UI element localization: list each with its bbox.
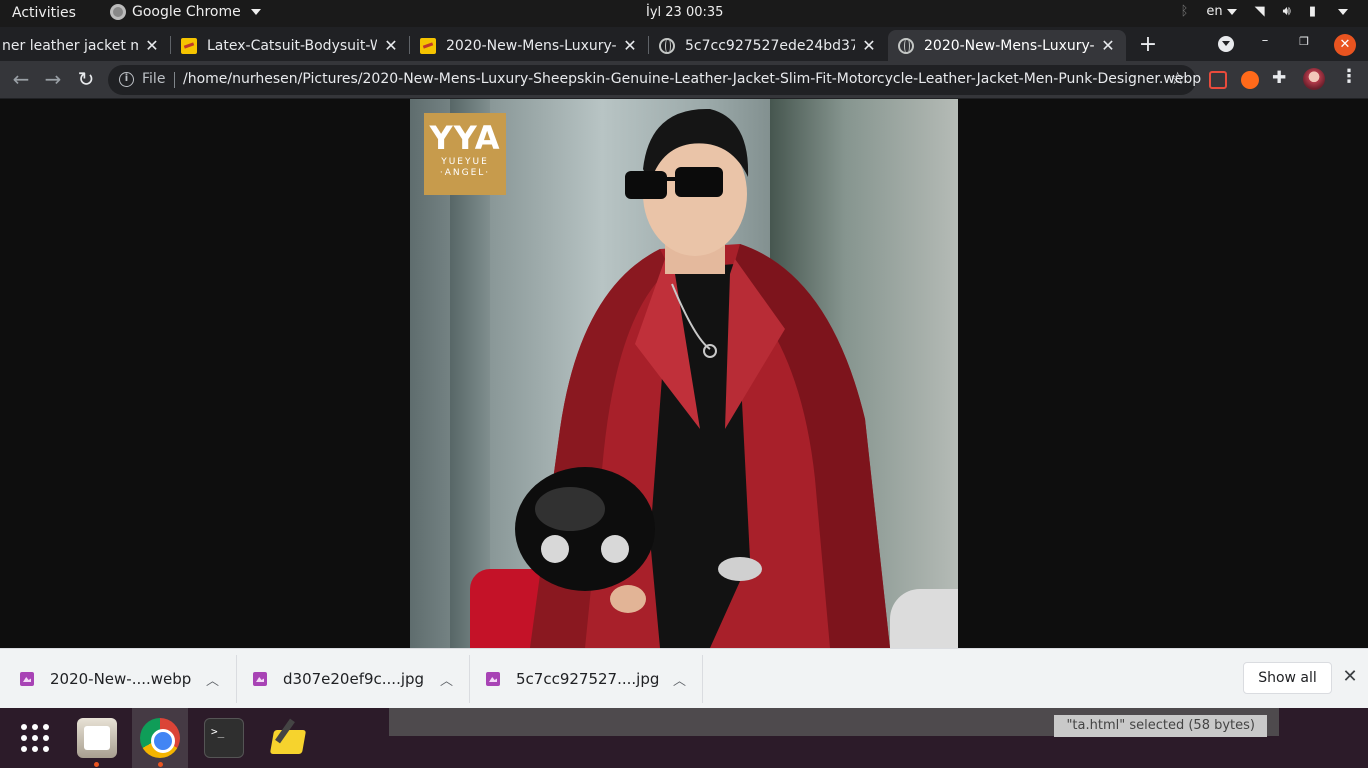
forward-button[interactable]: → xyxy=(41,68,65,92)
tab-0[interactable]: ner leather jacket m ✕ xyxy=(0,30,170,61)
close-icon[interactable]: ✕ xyxy=(1340,666,1360,687)
bluetooth-icon: ᛒ xyxy=(1180,4,1189,19)
chevron-up-icon[interactable]: ︿ xyxy=(206,670,219,689)
close-icon[interactable]: ✕ xyxy=(622,36,638,55)
tab-1[interactable]: Latex-Catsuit-Bodysuit-W ✕ xyxy=(171,30,409,61)
back-button[interactable]: ← xyxy=(9,68,33,92)
files-app-icon[interactable] xyxy=(77,718,117,758)
reload-button[interactable]: ↻ xyxy=(74,68,98,92)
scheme-label: File xyxy=(142,71,166,87)
wifi-icon: ◥ xyxy=(1254,4,1265,19)
menu-kebab-icon[interactable]: ⋮ xyxy=(1340,66,1358,87)
image-viewer: YYA YUEYUE ·ANGEL· xyxy=(0,99,1368,648)
close-icon[interactable]: ✕ xyxy=(861,36,877,55)
tab-3[interactable]: 5c7cc927527ede24bd3787 ✕ xyxy=(649,30,887,61)
download-divider xyxy=(469,655,470,703)
info-icon[interactable]: i xyxy=(119,72,134,87)
logo-subtext-1: YUEYUE xyxy=(441,157,489,167)
omnibox-divider xyxy=(174,72,175,88)
tab-title: 2020-New-Mens-Luxury-Sl xyxy=(924,37,1094,54)
download-divider xyxy=(236,655,237,703)
jacket-photo[interactable]: YYA YUEYUE ·ANGEL· xyxy=(410,99,958,648)
notepad-icon xyxy=(269,730,307,754)
window-close-button[interactable]: ✕ xyxy=(1334,34,1356,56)
download-divider xyxy=(702,655,703,703)
show-all-button[interactable]: Show all xyxy=(1243,662,1332,694)
yellow-logo-icon xyxy=(420,37,436,54)
close-icon[interactable]: ✕ xyxy=(144,36,160,55)
clock[interactable]: İyl 23 00:35 xyxy=(646,5,723,20)
running-indicator xyxy=(94,762,99,767)
app-menu[interactable]: Google Chrome xyxy=(110,4,261,20)
battery-icon: ▮ xyxy=(1308,4,1316,19)
terminal-app-icon[interactable]: >_ xyxy=(204,718,244,758)
running-indicator xyxy=(158,762,163,767)
screen-recorder-extension-icon[interactable] xyxy=(1209,71,1227,89)
close-icon[interactable]: ✕ xyxy=(1100,36,1116,55)
volume-icon: 🔊︎ xyxy=(1282,4,1291,19)
download-item[interactable]: 2020-New-....webp ︿ xyxy=(20,655,232,703)
system-menu-chevron-icon[interactable] xyxy=(1338,8,1348,15)
new-tab-button[interactable]: + xyxy=(1137,32,1159,57)
chrome-app-icon xyxy=(110,4,126,20)
image-file-icon xyxy=(486,672,500,686)
download-item[interactable]: d307e20ef9c....jpg ︿ xyxy=(253,655,465,703)
download-shelf: 2020-New-....webp ︿ d307e20ef9c....jpg ︿… xyxy=(0,648,1368,708)
chevron-up-icon[interactable]: ︿ xyxy=(673,670,686,689)
restore-button[interactable]: ❐ xyxy=(1293,35,1315,48)
tab-strip: ner leather jacket m ✕ Latex-Catsuit-Bod… xyxy=(0,27,1368,61)
browser-toolbar: ← → ↻ i File /home/nurhesen/Pictures/202… xyxy=(0,61,1368,99)
activities-button[interactable]: Activities xyxy=(12,5,76,21)
tab-4-active[interactable]: 2020-New-Mens-Luxury-Sl ✕ xyxy=(888,30,1126,61)
app-menu-label: Google Chrome xyxy=(132,4,241,20)
system-tray[interactable]: ᛒ en ◥ 🔊︎ ▮ xyxy=(1181,4,1348,19)
globe-icon xyxy=(898,37,914,54)
text-editor-app-icon[interactable] xyxy=(268,718,308,758)
logo-text: YYA xyxy=(429,119,501,157)
file-manager-status-overlay: "ta.html" selected (58 bytes) xyxy=(389,708,1279,737)
image-file-icon xyxy=(253,672,267,686)
show-applications-button[interactable] xyxy=(15,718,55,758)
tab-title: Latex-Catsuit-Bodysuit-W xyxy=(207,37,377,54)
extensions-puzzle-icon[interactable]: ✚ xyxy=(1272,68,1290,88)
close-icon[interactable]: ✕ xyxy=(383,36,399,55)
yya-brand-logo: YYA YUEYUE ·ANGEL· xyxy=(424,113,506,195)
system-top-bar: Activities Google Chrome İyl 23 00:35 ᛒ … xyxy=(0,0,1368,27)
profile-avatar[interactable] xyxy=(1303,68,1325,90)
url-text[interactable]: /home/nurhesen/Pictures/2020-New-Mens-Lu… xyxy=(183,71,1201,87)
tab-2[interactable]: 2020-New-Mens-Luxury-Sl ✕ xyxy=(410,30,648,61)
download-item[interactable]: 5c7cc927527....jpg ︿ xyxy=(486,655,698,703)
logo-subtext-2: ·ANGEL· xyxy=(439,168,491,178)
tab-title: 2020-New-Mens-Luxury-Sl xyxy=(446,37,616,54)
globe-icon xyxy=(659,37,675,54)
download-filename: d307e20ef9c....jpg xyxy=(283,670,425,688)
download-filename: 5c7cc927527....jpg xyxy=(516,670,660,688)
tab-search-icon[interactable] xyxy=(1218,36,1234,52)
language-indicator[interactable]: en xyxy=(1206,4,1237,19)
bookmark-star-icon[interactable]: ☆ xyxy=(1170,69,1185,89)
chrome-dock-icon[interactable] xyxy=(140,718,180,758)
tab-title: 5c7cc927527ede24bd3787 xyxy=(685,37,855,54)
yellow-logo-icon xyxy=(181,37,197,54)
chevron-down-icon xyxy=(1226,8,1237,15)
address-bar[interactable]: i File /home/nurhesen/Pictures/2020-New-… xyxy=(108,65,1201,95)
download-filename: 2020-New-....webp xyxy=(50,670,192,688)
tab-title: ner leather jacket m xyxy=(2,37,138,54)
orange-extension-icon[interactable] xyxy=(1241,71,1259,89)
selection-status-text: "ta.html" selected (58 bytes) xyxy=(1054,715,1267,737)
image-file-icon xyxy=(20,672,34,686)
chevron-up-icon[interactable]: ︿ xyxy=(440,670,453,689)
minimize-button[interactable]: – xyxy=(1254,33,1276,48)
chevron-down-icon xyxy=(250,9,261,15)
